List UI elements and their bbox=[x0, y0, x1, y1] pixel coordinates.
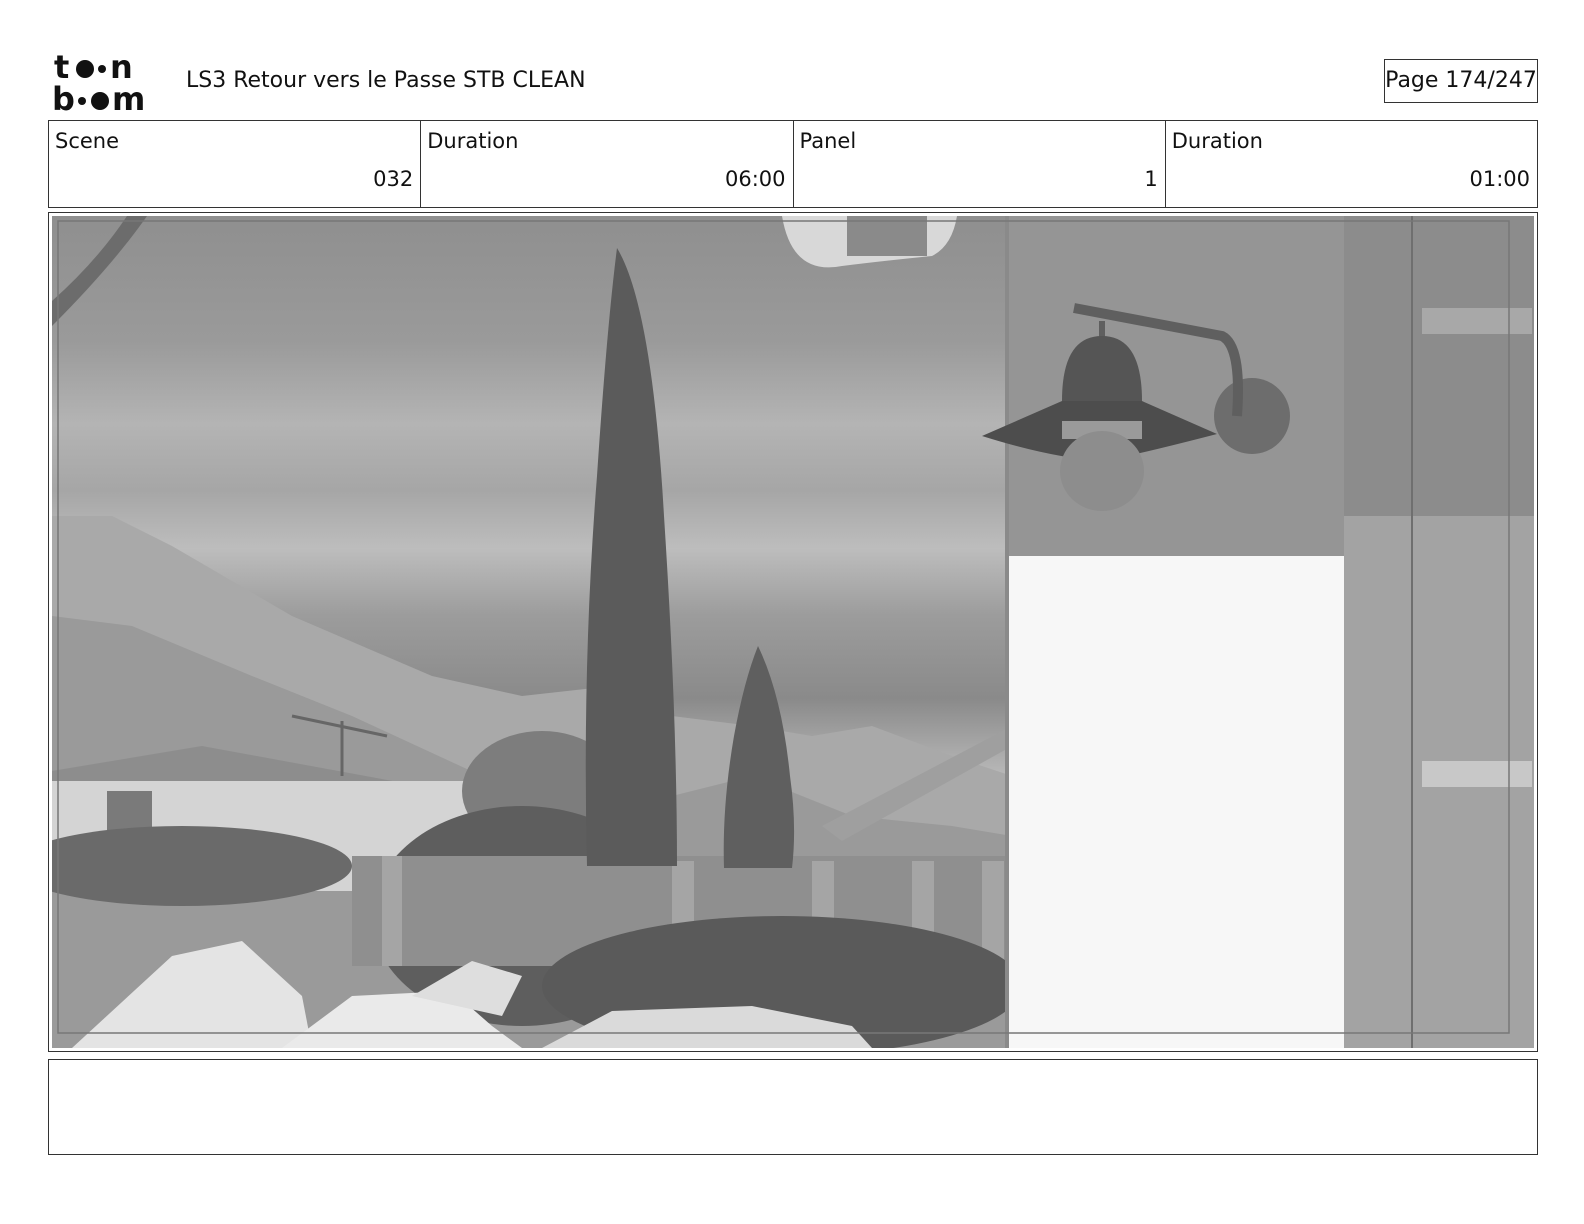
scene-label: Scene bbox=[55, 129, 120, 153]
panel-value: 1 bbox=[1144, 167, 1158, 191]
wall-shadow bbox=[1007, 216, 1344, 561]
scene-cell: Scene 032 bbox=[49, 121, 422, 207]
scene-duration-value: 06:00 bbox=[724, 167, 786, 191]
wall-lit bbox=[1007, 556, 1344, 1048]
scene-duration-cell: Duration 06:00 bbox=[421, 121, 794, 207]
top-shape bbox=[847, 216, 927, 256]
panel-label: Panel bbox=[799, 129, 857, 153]
panel-artwork bbox=[52, 216, 1534, 1048]
door-hinge bbox=[1422, 761, 1532, 787]
document-title: LS3 Retour vers le Passe STB CLEAN bbox=[186, 68, 586, 93]
scene-info-row: Scene 032 Duration 06:00 Panel 1 Duratio… bbox=[48, 120, 1538, 208]
panel-cell: Panel 1 bbox=[794, 121, 1166, 207]
panel-notes bbox=[48, 1059, 1538, 1155]
page-indicator: Page 174/247 bbox=[1384, 59, 1538, 103]
svg-text:b: b bbox=[52, 80, 75, 114]
panel-duration-value: 01:00 bbox=[1469, 167, 1530, 191]
panel-duration-label: Duration bbox=[1171, 129, 1263, 153]
scene-value: 032 bbox=[373, 167, 414, 191]
wall-edge bbox=[1005, 216, 1009, 1048]
scene-duration-label: Duration bbox=[427, 129, 519, 153]
svg-text:m: m bbox=[112, 80, 145, 114]
storyboard-panel bbox=[48, 212, 1538, 1052]
door-hinge bbox=[1422, 308, 1532, 334]
toonboom-logo: t n b m bbox=[52, 50, 145, 114]
house-window bbox=[107, 791, 152, 831]
panel-duration-cell: Duration 01:00 bbox=[1166, 121, 1537, 207]
